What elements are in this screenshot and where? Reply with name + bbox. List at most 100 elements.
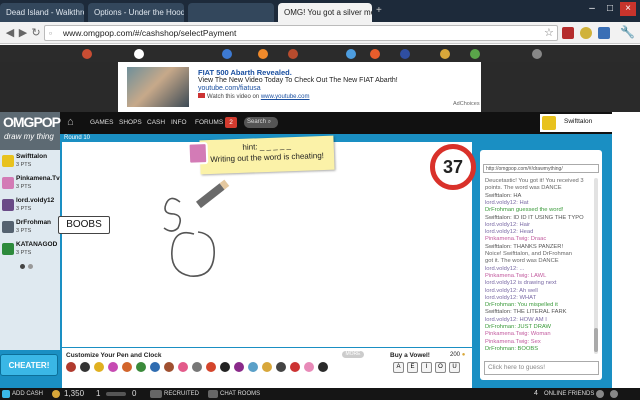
room-link-field[interactable]: http://omgpop.com/#/drawmything/ <box>483 164 599 173</box>
chat-message: lord.voldy12 is drawing next <box>485 280 557 287</box>
nav-games[interactable]: GAMES <box>90 118 113 128</box>
item-count: 1 <box>96 389 101 398</box>
video-ad[interactable]: FIAT 500 Abarth Revealed. View The New V… <box>118 62 481 112</box>
clock-tool-icon[interactable] <box>192 362 202 372</box>
vowel-button-o[interactable]: O <box>435 362 446 373</box>
pen-tool-icon[interactable] <box>122 362 132 372</box>
vowel-button-u[interactable]: U <box>449 362 460 373</box>
extension-icon[interactable] <box>562 27 574 39</box>
reload-icon[interactable]: ↻ <box>30 27 42 39</box>
player-item[interactable]: lord.voldy12 3 PTS <box>0 196 60 218</box>
bookmark-icon[interactable] <box>82 49 92 59</box>
player-avatar <box>2 177 14 189</box>
clock-tool-icon[interactable] <box>206 362 216 372</box>
user-badge[interactable]: Swifttalon <box>540 114 612 132</box>
pen-tool-icon[interactable] <box>164 362 174 372</box>
pen-tool-icon[interactable] <box>94 362 104 372</box>
cheater-button[interactable]: CHEATER! <box>0 354 58 376</box>
bookmark-icon[interactable] <box>400 49 410 59</box>
player-item[interactable]: Swifttalon 3 PTS <box>0 152 60 174</box>
nav-info[interactable]: INFO <box>171 118 187 128</box>
pen-tool-icon[interactable] <box>234 362 244 372</box>
pen-tool-icon[interactable] <box>318 362 328 372</box>
chat-scrollbar[interactable] <box>594 178 598 354</box>
pen-tool-icon[interactable] <box>248 362 258 372</box>
page-dot-active[interactable] <box>20 264 25 269</box>
nav-forums[interactable]: FORUMS <box>195 118 223 128</box>
chat-scroll-thumb[interactable] <box>594 328 598 352</box>
close-window-icon[interactable]: × <box>620 2 636 16</box>
wrench-icon[interactable]: 🔧 <box>620 25 635 39</box>
coin-icon: ● <box>461 352 466 358</box>
bookmark-icon[interactable] <box>346 49 356 59</box>
minimize-icon[interactable]: – <box>584 2 600 16</box>
recruited-label[interactable]: RECRUITED <box>164 388 199 400</box>
drawing-canvas[interactable] <box>62 142 472 347</box>
bookmark-icon[interactable] <box>288 49 298 59</box>
extension-icon[interactable] <box>598 27 610 39</box>
browser-tab-active[interactable]: OMG! You got a silver me... <box>278 3 372 22</box>
nav-shops[interactable]: SHOPS <box>119 118 142 128</box>
sound-icon[interactable] <box>610 390 618 398</box>
pen-tool-icon[interactable] <box>80 362 90 372</box>
add-cash-icon[interactable] <box>2 390 10 398</box>
extension-icon[interactable] <box>580 27 592 39</box>
settings-icon[interactable] <box>596 390 604 398</box>
bookmark-icon[interactable] <box>134 49 144 59</box>
clock-tool-icon[interactable] <box>276 362 286 372</box>
ad-link[interactable]: youtube.com/fiatusa <box>198 85 261 92</box>
bookmark-icon[interactable] <box>222 49 232 59</box>
browser-tab[interactable]: Options - Under the Hood <box>88 3 184 22</box>
vowel-button-i[interactable]: I <box>421 362 432 373</box>
guess-input[interactable]: Click here to guess! <box>484 361 599 375</box>
bookmark-icon[interactable] <box>440 49 450 59</box>
chat-rooms-button[interactable]: CHAT ROOMS <box>220 388 260 400</box>
page-dot[interactable] <box>28 264 33 269</box>
player-item[interactable]: Pinkamena.Tv 3 PTS <box>0 174 60 196</box>
add-cash-button[interactable]: ADD CASH <box>12 388 43 400</box>
bookmarks-bar <box>0 45 640 62</box>
new-tab-icon[interactable]: + <box>376 6 386 16</box>
ad-youtube-link[interactable]: www.youtube.com <box>261 94 310 100</box>
bookmark-star-icon[interactable]: ☆ <box>544 26 554 39</box>
pen-tool-icon[interactable] <box>304 362 314 372</box>
chat-message: got it. The word was DANCE <box>485 258 559 265</box>
vowel-button-a[interactable]: A <box>393 362 404 373</box>
vowel-button-e[interactable]: E <box>407 362 418 373</box>
chat-message: Swifttalon: ID ID IT USING THE TYPO <box>485 214 584 221</box>
pen-tool-icon[interactable] <box>66 362 76 372</box>
pen-tool-icon[interactable] <box>108 362 118 372</box>
pen-tool-icon[interactable] <box>178 362 188 372</box>
pen-tool-icon[interactable] <box>262 362 272 372</box>
browser-tab[interactable] <box>188 3 274 22</box>
address-bar[interactable]: ▫ www.omgpop.com/#/cashshop/selectPaymen… <box>44 25 558 41</box>
player-item[interactable]: KATANAGOD 3 PTS <box>0 240 60 262</box>
ad-video-thumbnail[interactable] <box>127 67 189 107</box>
site-search-input[interactable]: Search ⌕ <box>244 117 278 128</box>
ad-choices-link[interactable]: AdChoices <box>453 101 480 107</box>
home-icon[interactable]: ⌂ <box>67 116 79 128</box>
player-item[interactable]: DrFrohman 3 PTS <box>0 218 60 240</box>
chat-message: DrFrohman guessed the word! <box>485 207 564 214</box>
pen-tool-icon[interactable] <box>290 362 300 372</box>
pen-tool-icon[interactable] <box>136 362 146 372</box>
maximize-icon[interactable]: □ <box>602 2 618 16</box>
bookmark-icon[interactable] <box>470 49 480 59</box>
bookmark-icon[interactable] <box>258 49 268 59</box>
drawing-strokes <box>163 197 215 277</box>
ad-headline[interactable]: FIAT 500 Abarth Revealed. <box>198 68 292 77</box>
nav-cash[interactable]: CASH <box>147 118 165 128</box>
chat-message: DrFrohman: JUST DRAW <box>485 324 552 330</box>
bookmark-icon[interactable] <box>532 49 542 59</box>
browser-tab[interactable]: Dead Island - Walkthrough <box>0 3 84 22</box>
notification-badge[interactable]: 2 <box>225 117 237 128</box>
bookmark-icon[interactable] <box>370 49 380 59</box>
chat-message: Pinkamena.Twig: LAWL <box>485 272 547 279</box>
forward-icon[interactable]: ▶ <box>17 27 29 39</box>
back-icon[interactable]: ◀ <box>4 27 16 39</box>
more-button[interactable]: MORE <box>342 351 364 358</box>
pen-tool-icon[interactable] <box>220 362 230 372</box>
omgpop-logo[interactable]: OMGPOP draw my thing <box>0 112 61 150</box>
online-friends-button[interactable]: ONLINE FRIENDS <box>544 388 594 400</box>
pen-tool-icon[interactable] <box>150 362 160 372</box>
